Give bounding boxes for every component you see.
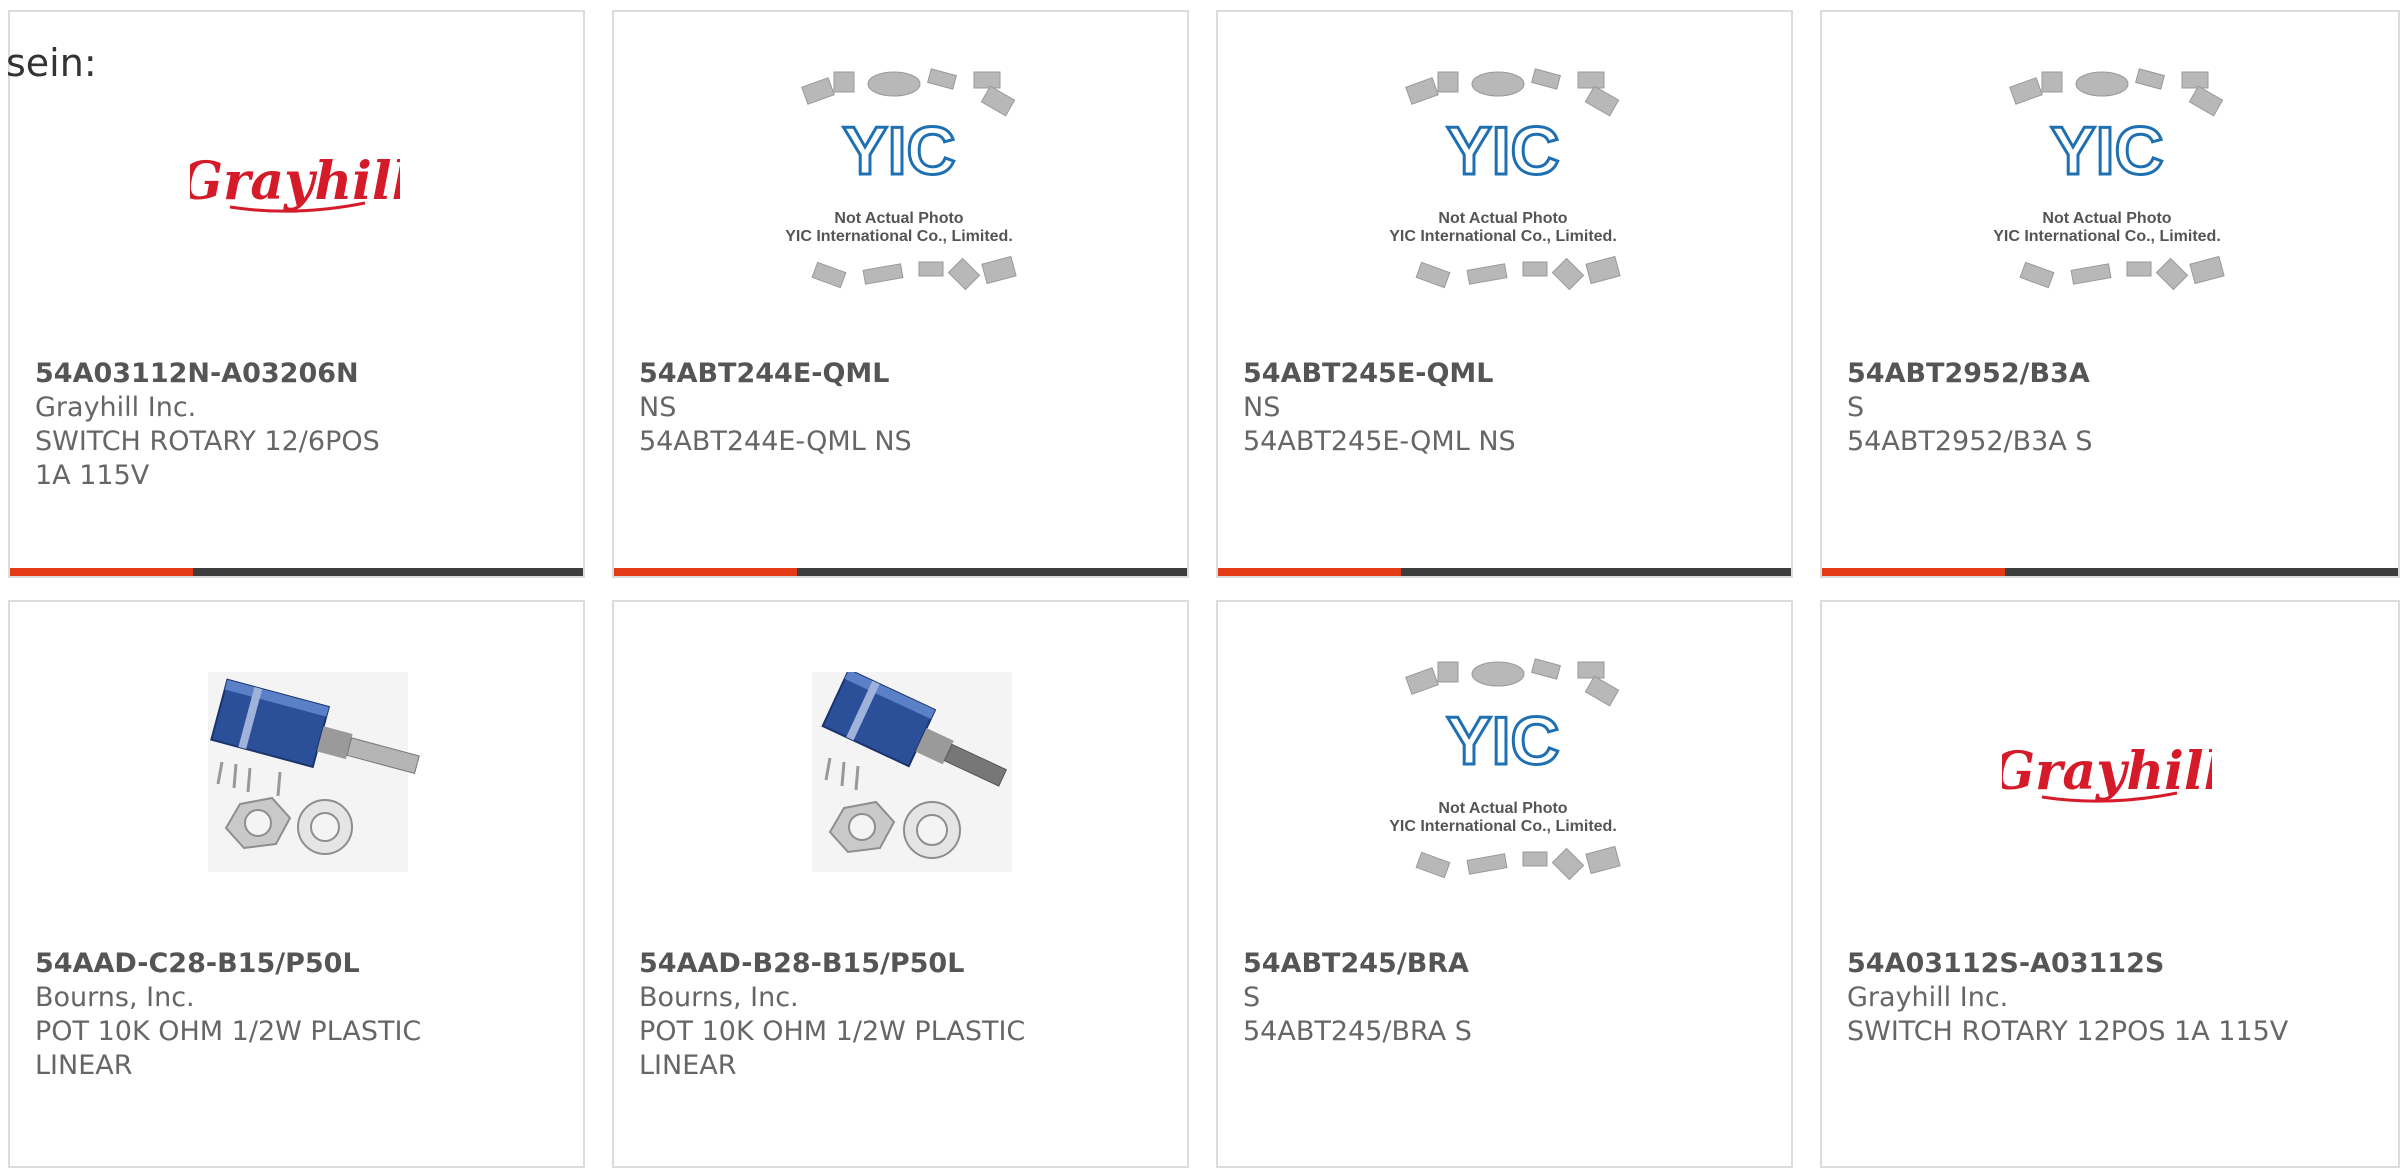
intro-text-fragment: sein: — [6, 41, 97, 85]
product-card[interactable]: YIC Not Actual Photo YIC International C… — [1216, 10, 1793, 578]
product-info: 54ABT2952/B3A S 54ABT2952/B3A S — [1847, 357, 2317, 459]
card-underline — [1218, 568, 1791, 576]
svg-text:YIC: YIC — [1446, 113, 1559, 189]
product-image[interactable] — [130, 672, 460, 922]
potentiometer-photo — [130, 672, 460, 922]
manufacturer: Grayhill Inc. — [35, 392, 197, 423]
description: POT 10K OHM 1/2W PLASTIC LINEAR — [35, 1016, 422, 1081]
not-actual-photo-image: YIC Not Actual Photo YIC International C… — [1338, 652, 1668, 902]
description: SWITCH ROTARY 12/6POS 1A 115V — [35, 426, 380, 491]
manufacturer: Bourns, Inc. — [35, 982, 195, 1013]
part-number-link[interactable]: 54A03112N-A03206N — [35, 357, 505, 391]
grayhill-logo: Grayhill — [130, 62, 460, 312]
manufacturer: Grayhill Inc. — [1847, 982, 2009, 1013]
description: SWITCH ROTARY 12POS 1A 115V — [1847, 1016, 2289, 1047]
product-card[interactable]: Grayhill 54A03112S-A03112S Grayhill Inc.… — [1820, 600, 2400, 1168]
product-image[interactable] — [734, 668, 1064, 922]
product-card[interactable]: YIC Not Actual Photo YIC International C… — [1820, 10, 2400, 578]
product-info: 54ABT245/BRA S 54ABT245/BRA S — [1243, 947, 1713, 1049]
description: 54ABT244E-QML NS — [639, 426, 912, 457]
part-number-link[interactable]: 54ABT245E-QML — [1243, 357, 1713, 391]
manufacturer: S — [1243, 982, 1261, 1013]
product-image[interactable]: YIC Not Actual Photo YIC International C… — [734, 62, 1064, 312]
product-info: 54AAD-C28-B15/P50L Bourns, Inc. POT 10K … — [35, 947, 505, 1083]
company-label: YIC International Co., Limited. — [785, 228, 1013, 245]
potentiometer-photo — [734, 668, 1064, 922]
product-image[interactable]: YIC Not Actual Photo YIC International C… — [1338, 652, 1668, 902]
not-actual-photo-image: YIC Not Actual Photo YIC International C… — [734, 62, 1064, 312]
product-image[interactable]: YIC Not Actual Photo YIC International C… — [1942, 62, 2272, 312]
not-actual-photo-label: Not Actual Photo — [834, 210, 964, 227]
product-image[interactable]: YIC Not Actual Photo YIC International C… — [1338, 62, 1668, 312]
product-grid: Grayhill 54A03112N-A03206N Grayhill Inc.… — [8, 10, 2400, 1168]
product-card[interactable]: 54AAD-B28-B15/P50L Bourns, Inc. POT 10K … — [612, 600, 1189, 1168]
card-underline — [1822, 568, 2398, 576]
product-info: 54A03112N-A03206N Grayhill Inc. SWITCH R… — [35, 357, 505, 493]
product-image[interactable]: Grayhill — [130, 62, 460, 312]
not-actual-photo-label: Not Actual Photo — [2042, 210, 2172, 227]
product-info: 54A03112S-A03112S Grayhill Inc. SWITCH R… — [1847, 947, 2317, 1049]
svg-text:YIC: YIC — [842, 113, 955, 189]
svg-text:Grayhill: Grayhill — [190, 151, 400, 212]
company-label: YIC International Co., Limited. — [1389, 818, 1617, 835]
description: 54ABT2952/B3A S — [1847, 426, 2093, 457]
card-underline — [10, 568, 583, 576]
svg-text:YIC: YIC — [2050, 113, 2163, 189]
grayhill-logo: Grayhill — [1942, 652, 2272, 902]
not-actual-photo-label: Not Actual Photo — [1438, 800, 1568, 817]
manufacturer: S — [1847, 392, 1865, 423]
part-number-link[interactable]: 54ABT244E-QML — [639, 357, 1109, 391]
not-actual-photo-image: YIC Not Actual Photo YIC International C… — [1338, 62, 1668, 312]
product-card[interactable]: 54AAD-C28-B15/P50L Bourns, Inc. POT 10K … — [8, 600, 585, 1168]
product-info: 54AAD-B28-B15/P50L Bourns, Inc. POT 10K … — [639, 947, 1109, 1083]
product-card[interactable]: YIC Not Actual Photo YIC International C… — [612, 10, 1189, 578]
manufacturer: NS — [639, 392, 677, 423]
not-actual-photo-label: Not Actual Photo — [1438, 210, 1568, 227]
product-info: 54ABT245E-QML NS 54ABT245E-QML NS — [1243, 357, 1713, 459]
description: POT 10K OHM 1/2W PLASTIC LINEAR — [639, 1016, 1026, 1081]
product-card[interactable]: Grayhill 54A03112N-A03206N Grayhill Inc.… — [8, 10, 585, 578]
product-image[interactable]: Grayhill — [1942, 652, 2272, 902]
product-info: 54ABT244E-QML NS 54ABT244E-QML NS — [639, 357, 1109, 459]
description: 54ABT245/BRA S — [1243, 1016, 1472, 1047]
company-label: YIC International Co., Limited. — [1993, 228, 2221, 245]
card-underline — [614, 568, 1187, 576]
part-number-link[interactable]: 54AAD-C28-B15/P50L — [35, 947, 505, 981]
part-number-link[interactable]: 54ABT245/BRA — [1243, 947, 1713, 981]
part-number-link[interactable]: 54AAD-B28-B15/P50L — [639, 947, 1109, 981]
svg-text:YIC: YIC — [1446, 703, 1559, 779]
part-number-link[interactable]: 54ABT2952/B3A — [1847, 357, 2317, 391]
part-number-link[interactable]: 54A03112S-A03112S — [1847, 947, 2317, 981]
manufacturer: NS — [1243, 392, 1281, 423]
not-actual-photo-image: YIC Not Actual Photo YIC International C… — [1942, 62, 2272, 312]
description: 54ABT245E-QML NS — [1243, 426, 1516, 457]
product-card[interactable]: YIC Not Actual Photo YIC International C… — [1216, 600, 1793, 1168]
company-label: YIC International Co., Limited. — [1389, 228, 1617, 245]
svg-text:Grayhill: Grayhill — [2002, 741, 2212, 802]
manufacturer: Bourns, Inc. — [639, 982, 799, 1013]
